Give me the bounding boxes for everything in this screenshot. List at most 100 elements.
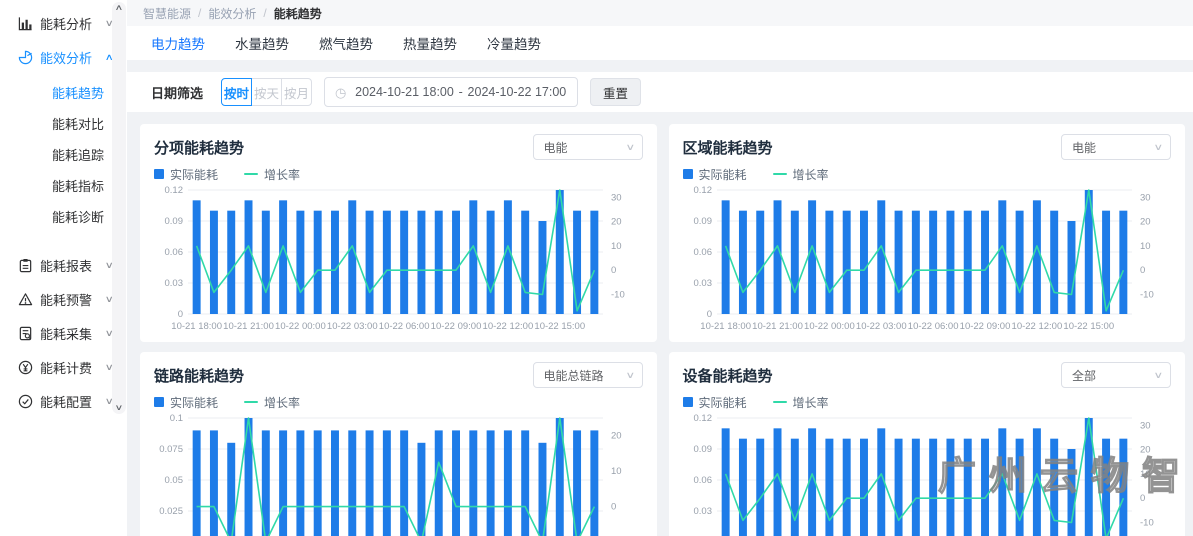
sidebar-item-label: 能耗采集 [40, 324, 106, 343]
mode-by-hour-button[interactable]: 按时 [221, 78, 252, 106]
device-select[interactable]: 全部 ∨ [1061, 362, 1171, 388]
svg-text:0.03: 0.03 [693, 506, 712, 517]
svg-text:0.06: 0.06 [693, 475, 712, 486]
bar-line-chart: 00.030.060.090.123020100-1010-21 18:0010… [683, 184, 1172, 336]
sidebar-item-label: 能耗报表 [40, 256, 106, 275]
svg-text:0: 0 [611, 502, 616, 513]
sidebar-item-energy-billing[interactable]: 能耗计费 ∨ [0, 350, 127, 384]
breadcrumb: 智慧能源 / 能效分析 / 能耗趋势 [127, 0, 1193, 26]
svg-text:-10: -10 [1140, 290, 1154, 301]
line-swatch-icon [773, 401, 787, 404]
energy-type-select[interactable]: 电能 ∨ [1061, 134, 1171, 160]
trend-tabs: 电力趋势 水量趋势 燃气趋势 热量趋势 冷量趋势 [127, 26, 1193, 60]
tab-gas-trend[interactable]: 燃气趋势 [319, 33, 373, 53]
line-swatch-icon [773, 173, 787, 176]
tab-water-trend[interactable]: 水量趋势 [235, 33, 289, 53]
legend-growth-rate[interactable]: 增长率 [773, 394, 829, 411]
svg-text:10: 10 [1140, 469, 1151, 480]
svg-text:0.06: 0.06 [165, 247, 184, 258]
sidebar-item-label: 能效分析 [40, 48, 106, 67]
chart-legend: 实际能耗 增长率 [154, 394, 643, 410]
sidebar-item-energy-consumption-analysis[interactable]: 能耗分析 ∨ [0, 6, 127, 40]
svg-text:10-21 18:00: 10-21 18:00 [171, 321, 222, 332]
legend-label: 实际能耗 [170, 166, 218, 183]
svg-text:0.1: 0.1 [170, 413, 183, 424]
chevron-down-icon: ∨ [625, 370, 635, 381]
breadcrumb-item[interactable]: 智慧能源 [143, 5, 191, 22]
sidebar-item-energy-efficiency-analysis[interactable]: 能效分析 ∧ [0, 40, 127, 74]
svg-text:20: 20 [1140, 217, 1151, 228]
chevron-down-icon: ∨ [1154, 370, 1164, 381]
legend-label: 实际能耗 [699, 394, 747, 411]
date-range-picker[interactable]: ◷ 2024-10-21 18:00 - 2024-10-22 17:00 [324, 77, 578, 107]
sidebar-item-energy-trend[interactable]: 能耗趋势 [0, 78, 127, 109]
svg-text:0: 0 [1140, 265, 1145, 276]
scroll-up-icon[interactable]: ∧ [115, 2, 124, 14]
svg-text:10-22 12:00: 10-22 12:00 [1011, 321, 1062, 332]
legend-actual-energy[interactable]: 实际能耗 [154, 166, 218, 183]
link-select[interactable]: 电能总链路 ∨ [533, 362, 643, 388]
svg-text:10-22 09:00: 10-22 09:00 [959, 321, 1010, 332]
collect-icon [17, 325, 33, 341]
mode-by-month-button[interactable]: 按月 [281, 78, 312, 106]
legend-growth-rate[interactable]: 增长率 [244, 166, 300, 183]
tab-cooling-trend[interactable]: 冷量趋势 [487, 33, 541, 53]
chevron-down-icon: ∨ [1154, 142, 1164, 153]
charts-grid: 分项能耗趋势 电能 ∨ 实际能耗 增长率 00.030.060.090.1230… [127, 124, 1193, 536]
tab-electric-trend[interactable]: 电力趋势 [151, 33, 205, 53]
line-swatch-icon [244, 173, 258, 176]
mode-by-day-button[interactable]: 按天 [251, 78, 282, 106]
legend-label: 实际能耗 [699, 166, 747, 183]
config-icon [17, 393, 33, 409]
energy-type-select[interactable]: 电能 ∨ [533, 134, 643, 160]
svg-text:0.05: 0.05 [165, 475, 184, 486]
svg-text:0.12: 0.12 [693, 413, 712, 424]
sidebar-item-energy-config[interactable]: 能耗配置 ∨ [0, 384, 127, 418]
legend-actual-energy[interactable]: 实际能耗 [154, 394, 218, 411]
legend-growth-rate[interactable]: 增长率 [773, 166, 829, 183]
start-date-value[interactable]: 2024-10-21 18:00 [354, 85, 454, 99]
legend-label: 增长率 [793, 394, 829, 411]
end-date-value[interactable]: 2024-10-22 17:00 [467, 85, 567, 99]
sidebar-item-energy-report[interactable]: 能耗报表 ∨ [0, 248, 127, 282]
svg-text:10-22 15:00: 10-22 15:00 [1063, 321, 1114, 332]
alert-icon [17, 291, 33, 307]
svg-text:10-22 15:00: 10-22 15:00 [534, 321, 585, 332]
svg-text:30: 30 [611, 192, 622, 203]
breadcrumb-current: 能耗趋势 [274, 5, 322, 22]
svg-text:10-21 21:00: 10-21 21:00 [223, 321, 274, 332]
reset-button[interactable]: 重置 [590, 78, 641, 106]
select-value: 电能 [1072, 139, 1155, 156]
sidebar-item-energy-collection[interactable]: 能耗采集 ∨ [0, 316, 127, 350]
svg-text:0.12: 0.12 [165, 185, 184, 196]
legend-actual-energy[interactable]: 实际能耗 [683, 394, 747, 411]
svg-text:20: 20 [611, 217, 622, 228]
svg-text:0.03: 0.03 [165, 278, 184, 289]
svg-text:10-22 00:00: 10-22 00:00 [275, 321, 326, 332]
legend-actual-energy[interactable]: 实际能耗 [683, 166, 747, 183]
pie-chart-icon [17, 49, 33, 65]
svg-text:0.03: 0.03 [693, 278, 712, 289]
sidebar-item-label: 能耗预警 [40, 290, 106, 309]
sidebar-item-energy-comparison[interactable]: 能耗对比 [0, 109, 127, 140]
legend-growth-rate[interactable]: 增长率 [244, 394, 300, 411]
svg-text:0.09: 0.09 [165, 216, 184, 227]
sidebar-item-energy-tracking[interactable]: 能耗追踪 [0, 140, 127, 171]
svg-text:10-22 12:00: 10-22 12:00 [483, 321, 534, 332]
select-value: 电能 [544, 139, 627, 156]
breadcrumb-item[interactable]: 能效分析 [208, 5, 256, 22]
panel-device-energy-trend: 设备能耗趋势 全部 ∨ 实际能耗 增长率 00.030.060.090.1230… [669, 352, 1186, 536]
svg-text:30: 30 [1140, 420, 1151, 431]
tab-heat-trend[interactable]: 热量趋势 [403, 33, 457, 53]
sidebar-item-energy-indicators[interactable]: 能耗指标 [0, 171, 127, 202]
svg-text:30: 30 [1140, 192, 1151, 203]
svg-text:20: 20 [1140, 445, 1151, 456]
scroll-down-icon[interactable]: ∨ [115, 402, 124, 414]
date-mode-group: 按时 按天 按月 [221, 78, 312, 106]
sidebar-scrollbar[interactable]: ∧ ∨ [112, 2, 126, 414]
svg-text:0: 0 [706, 309, 711, 320]
svg-text:10: 10 [611, 241, 622, 252]
panel-region-energy-trend: 区域能耗趋势 电能 ∨ 实际能耗 增长率 00.030.060.090.1230… [669, 124, 1186, 342]
sidebar-item-energy-diagnosis[interactable]: 能耗诊断 [0, 202, 127, 233]
sidebar-item-energy-alert[interactable]: 能耗预警 ∨ [0, 282, 127, 316]
